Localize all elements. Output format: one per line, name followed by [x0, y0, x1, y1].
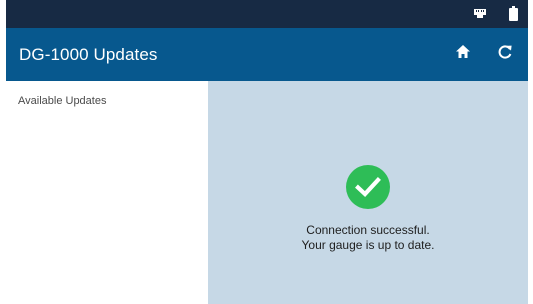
battery-icon	[509, 6, 518, 26]
screen-edge-left	[0, 0, 6, 304]
available-updates-label: Available Updates	[18, 95, 107, 107]
home-button[interactable]	[454, 45, 472, 63]
app-window: DG-1000 Updates Available Updates Connec…	[0, 0, 533, 304]
app-bar-actions	[454, 44, 514, 65]
status-line-1: Connection successful.	[306, 223, 430, 237]
ethernet-icon	[473, 7, 487, 25]
status-message: Connection successful. Your gauge is up …	[208, 165, 528, 253]
page-title: DG-1000 Updates	[19, 44, 158, 64]
screen-edge-right	[528, 0, 533, 304]
status-bar	[6, 0, 528, 28]
status-line-2: Your gauge is up to date.	[301, 238, 435, 252]
app-bar: DG-1000 Updates	[6, 28, 528, 81]
refresh-button[interactable]	[496, 44, 514, 65]
main-content: Connection successful. Your gauge is up …	[208, 81, 528, 304]
check-circle-icon	[346, 165, 390, 209]
sidebar: Available Updates	[6, 81, 208, 304]
status-icons	[473, 6, 518, 26]
home-icon	[455, 44, 471, 64]
refresh-icon	[497, 44, 513, 65]
